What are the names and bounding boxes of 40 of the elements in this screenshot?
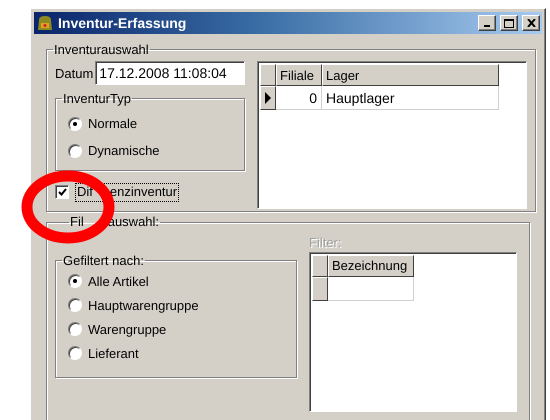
radio-label: Warengruppe <box>88 322 166 337</box>
maximize-icon <box>504 18 514 28</box>
radio-button[interactable] <box>68 274 82 288</box>
table-cell: 0 <box>276 86 322 110</box>
current-row-icon <box>265 92 271 104</box>
radio-button[interactable] <box>68 346 82 360</box>
maximize-button[interactable] <box>500 15 518 31</box>
radio-button[interactable] <box>68 144 82 158</box>
checkbox-label: Dif <box>77 184 93 199</box>
grid-corner <box>312 254 328 277</box>
group-title: InventurTyp <box>62 91 132 106</box>
radio-label: Normale <box>88 116 138 131</box>
radio-button[interactable] <box>68 116 82 130</box>
checkbox[interactable] <box>55 185 69 200</box>
check-icon <box>58 188 66 196</box>
radio-button[interactable] <box>68 298 82 312</box>
row-indicator[interactable] <box>260 86 276 110</box>
column-header[interactable]: Lager <box>322 64 499 86</box>
table-cell: Hauptlager <box>322 86 499 110</box>
column-header[interactable]: Bezeichnung <box>328 254 414 277</box>
minimize-button[interactable] <box>478 15 496 31</box>
grid-corner <box>260 64 276 86</box>
radio-button[interactable] <box>68 322 82 336</box>
row-indicator[interactable] <box>312 276 328 301</box>
checkbox-label: enzinventur <box>110 184 178 199</box>
radio-label: Hauptwarengruppe <box>88 298 199 313</box>
group-title: Fil <box>70 214 84 229</box>
date-label: Datum <box>55 66 94 80</box>
column-header[interactable]: Filiale <box>276 64 322 86</box>
radio-label: Lieferant <box>88 346 139 361</box>
radio-label: Alle Artikel <box>88 274 149 289</box>
app-icon <box>36 14 54 32</box>
close-icon <box>526 19 536 27</box>
radio-label: Dynamische <box>88 143 160 158</box>
close-button[interactable] <box>522 15 540 31</box>
date-field[interactable]: 17.12.2008 11:08:04 <box>95 61 246 85</box>
window-title: Inventur-Erfassung <box>58 15 188 31</box>
group-title: auswahl: <box>108 214 160 229</box>
group-title: Inventurauswahl <box>53 42 150 57</box>
group-title: Gefiltert nach: <box>62 252 145 268</box>
